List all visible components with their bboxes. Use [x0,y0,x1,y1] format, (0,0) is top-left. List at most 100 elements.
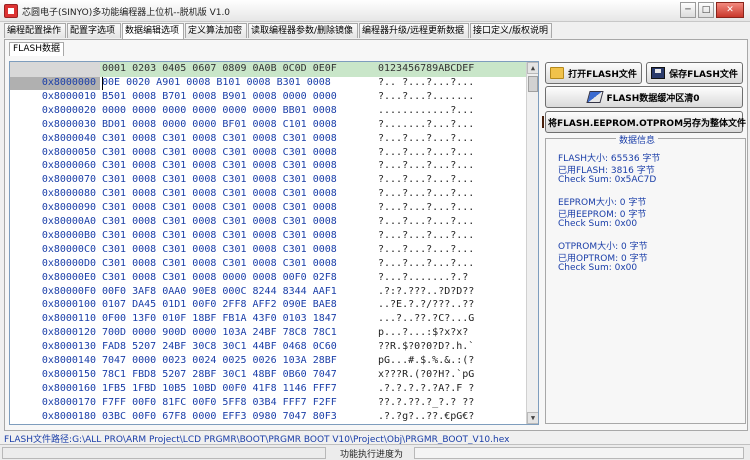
hex-row[interactable]: 0x8000140 7047 0000 0023 0024 0025 0026 1… [10,355,526,368]
eeprom-checksum: Check Sum: 0x00 [558,219,638,229]
app-icon [4,4,18,18]
hex-row[interactable]: 0x8000000 00E 0020 A901 0008 B101 0008 B3… [10,77,526,90]
row-hex-data[interactable]: 1FB5 1FBD 10B5 10BD 00F0 41F8 1146 FFF7 [102,383,337,394]
save-flash-button[interactable]: 保存FLASH文件 [646,62,743,84]
minimize-button[interactable]: ─ [680,2,696,18]
row-hex-data[interactable]: C301 0008 C301 0008 C301 0008 C301 0008 [102,133,337,144]
tab-config-word[interactable]: 配置字选项 [67,23,121,38]
row-address: 0x80000A0 [10,216,100,229]
row-hex-data[interactable]: BD01 0008 0000 0000 BF01 0008 C101 0008 [102,119,337,130]
row-hex-data[interactable]: 0000 0000 0000 0000 0000 0000 BB01 0008 [102,105,337,116]
row-hex-data[interactable]: C301 0008 C301 0008 C301 0008 C301 0008 [102,202,337,213]
hex-row[interactable]: 0x8000040 C301 0008 C301 0008 C301 0008 C… [10,132,526,146]
hex-row[interactable]: 0x8000070 C301 0008 C301 0008 C301 0008 C… [10,174,526,188]
row-hex-data[interactable]: B501 0008 B701 0008 B901 0008 0000 0000 [102,91,337,102]
hex-row[interactable]: 0x8000020 0000 0000 0000 0000 0000 0000 B… [10,104,526,118]
hex-header: 0001 0203 0405 0607 0809 0A0B 0C0D 0E0F … [10,62,526,77]
hex-row[interactable]: 0x8000030 BD01 0008 0000 0000 BF01 0008 C… [10,118,526,132]
row-hex-data[interactable]: 0107 DA45 01D1 00F0 2FF8 AFF2 090E BAE8 [102,299,337,310]
hex-row[interactable]: 0x8000080 C301 0008 C301 0008 C301 0008 C… [10,188,526,202]
row-ascii-data: ?...?...?...?... [378,229,475,241]
hex-editor[interactable]: 0001 0203 0405 0607 0809 0A0B 0C0D 0E0F … [9,61,539,425]
row-ascii-data: pG...#.$.%.&.:(? [378,355,475,366]
tab-data-edit[interactable]: 数据编辑选项 [122,23,184,39]
ascii-header: 0123456789ABCDEF [378,63,475,74]
maximize-button[interactable]: □ [698,2,714,18]
hex-row[interactable]: 0x80000D0 C301 0008 C301 0008 C301 0008 C… [10,257,526,271]
row-ascii-data: p...?...:$?x?x? [378,327,469,339]
row-hex-data[interactable]: C301 0008 C301 0008 C301 0008 C301 0008 [102,160,337,171]
vertical-scrollbar[interactable]: ▲ ▼ [526,62,538,424]
title-bar: 芯圆电子(SINYO)多功能编程器上位机--脱机版 V1.0 ─ □ ✕ [0,0,750,22]
row-hex-data[interactable]: C301 0008 C301 0008 C301 0008 C301 0008 [102,244,337,255]
open-flash-label: 打开FLASH文件 [568,69,637,80]
hex-row[interactable]: 0x8000090 C301 0008 C301 0008 C301 0008 C… [10,202,526,216]
save-all-button[interactable]: 将FLASH.EEPROM.OTPROM另存为整体文件 [541,111,747,133]
row-address: 0x8000020 [10,104,100,118]
open-flash-button[interactable]: 打开FLASH文件 [545,62,642,84]
row-hex-data[interactable]: F7FF 00F0 81FC 00F0 5FF8 03B4 FFF7 F2FF [102,397,337,408]
hex-row[interactable]: 0x8000180 03BC 00F0 67F8 0000 EFF3 0980 7… [10,410,526,424]
tab-interface-copyright[interactable]: 接口定义/版权说明 [470,23,552,38]
row-hex-data[interactable]: 7047 0000 0023 0024 0025 0026 103A 28BF [102,355,337,366]
row-hex-data[interactable]: C301 0008 C301 0008 C301 0008 C301 0008 [102,147,337,158]
hex-row[interactable]: 0x80000C0 C301 0008 C301 0008 C301 0008 C… [10,243,526,257]
clear-buffer-button[interactable]: FLASH数据缓冲区清0 [545,86,743,108]
row-hex-data[interactable]: C301 0008 C301 0008 0000 0008 00F0 02F8 [102,272,337,283]
row-hex-data[interactable]: C301 0008 C301 0008 C301 0008 C301 0008 [102,216,337,227]
hex-row[interactable]: 0x8000120 700D 0000 900D 0000 103A 24BF 7… [10,327,526,341]
row-address: 0x8000100 [10,299,100,313]
hex-row[interactable]: 0x8000160 1FB5 1FBD 10B5 10BD 00F0 41F8 1… [10,382,526,396]
row-hex-data[interactable]: 00F0 3AF8 0AA0 90E8 000C 8244 8344 AAF1 [102,286,337,297]
row-hex-data[interactable]: 78C1 FBD8 5207 28BF 30C1 48BF 0B60 7047 [102,369,337,380]
tab-algorithm-encrypt[interactable]: 定义算法加密 [185,23,247,38]
flash-file-path: FLASH文件路径:G:\ALL PRO\ARM Project\LCD PRG… [4,435,510,445]
row-ascii-data: ?.. ?...?...?... [378,77,475,88]
text-cursor [102,77,103,90]
close-button[interactable]: ✕ [716,2,744,18]
hex-row[interactable]: 0x80000A0 C301 0008 C301 0008 C301 0008 C… [10,216,526,229]
save-all-label: 将FLASH.EEPROM.OTPROM另存为整体文件 [547,118,747,129]
column-header: 0001 0203 0405 0607 0809 0A0B 0C0D 0E0F [102,63,337,74]
scroll-thumb[interactable] [528,76,538,92]
row-address: 0x80000D0 [10,257,100,271]
hex-row[interactable]: 0x8000150 78C1 FBD8 5207 28BF 30C1 48BF 0… [10,368,526,382]
tab-read-params[interactable]: 读取编程器参数/删除镜像 [248,23,358,38]
scroll-up-icon[interactable]: ▲ [527,62,538,74]
subtab-flash-data[interactable]: FLASH数据 [9,42,65,56]
row-ascii-data: ?...?...?....... [378,90,475,102]
row-address: 0x8000120 [10,327,100,341]
row-hex-data[interactable]: C301 0008 C301 0008 C301 0008 C301 0008 [102,230,337,241]
row-address: 0x8000050 [10,146,100,160]
row-address: 0x8000090 [10,202,100,216]
hex-row[interactable]: 0x8000110 0F00 13F0 010F 18BF FB1A 43F0 0… [10,313,526,327]
scroll-down-icon[interactable]: ▼ [527,412,538,424]
row-ascii-data: ?...?...?...?... [378,174,475,186]
hex-row[interactable]: 0x8000100 0107 DA45 01D1 00F0 2FF8 AFF2 0… [10,299,526,313]
row-ascii-data: ?.......?...?... [378,118,475,130]
row-hex-data[interactable]: FAD8 5207 24BF 30C8 30C1 44BF 0468 0C60 [102,341,337,352]
hex-row[interactable]: 0x8000010 B501 0008 B701 0008 B901 0008 0… [10,90,526,104]
row-ascii-data: ?...?...?...?... [378,160,475,172]
row-hex-data[interactable]: C301 0008 C301 0008 C301 0008 C301 0008 [102,174,337,185]
row-hex-data[interactable]: C301 0008 C301 0008 C301 0008 C301 0008 [102,258,337,269]
row-hex-data[interactable]: 700D 0000 900D 0000 103A 24BF 78C8 78C1 [102,327,337,338]
progress-label: 功能执行进度为 [340,450,404,460]
row-hex-data[interactable]: 03BC 00F0 67F8 0000 EFF3 0980 7047 80F3 [102,411,337,422]
tab-program-config[interactable]: 编程配置操作 [4,23,66,38]
row-hex-data[interactable]: 0F00 13F0 010F 18BF FB1A 43F0 0103 1847 [102,313,337,324]
hex-row[interactable]: 0x80000E0 C301 0008 C301 0008 0000 0008 0… [10,271,526,285]
hex-row[interactable]: 0x80000F0 00F0 3AF8 0AA0 90E8 000C 8244 8… [10,285,526,299]
flash-checksum: Check Sum: 0x5AC7D [558,175,657,185]
row-address: 0x8000140 [10,355,100,368]
hex-row[interactable]: 0x8000170 F7FF 00F0 81FC 00F0 5FF8 03B4 F… [10,396,526,410]
hex-row[interactable]: 0x8000060 C301 0008 C301 0008 C301 0008 C… [10,160,526,174]
row-hex-data[interactable]: 00E 0020 A901 0008 B101 0008 B301 0008 [102,77,331,88]
row-hex-data[interactable]: C301 0008 C301 0008 C301 0008 C301 0008 [102,188,337,199]
hex-row[interactable]: 0x80000B0 C301 0008 C301 0008 C301 0008 C… [10,229,526,243]
hex-row[interactable]: 0x8000130 FAD8 5207 24BF 30C8 30C1 44BF 0… [10,341,526,355]
tab-upgrade[interactable]: 编程器升级/远程更新数据 [359,23,469,38]
row-address: 0x8000030 [10,118,100,132]
hex-row[interactable]: 0x8000050 C301 0008 C301 0008 C301 0008 C… [10,146,526,160]
data-info-title: 数据信息 [616,133,659,146]
